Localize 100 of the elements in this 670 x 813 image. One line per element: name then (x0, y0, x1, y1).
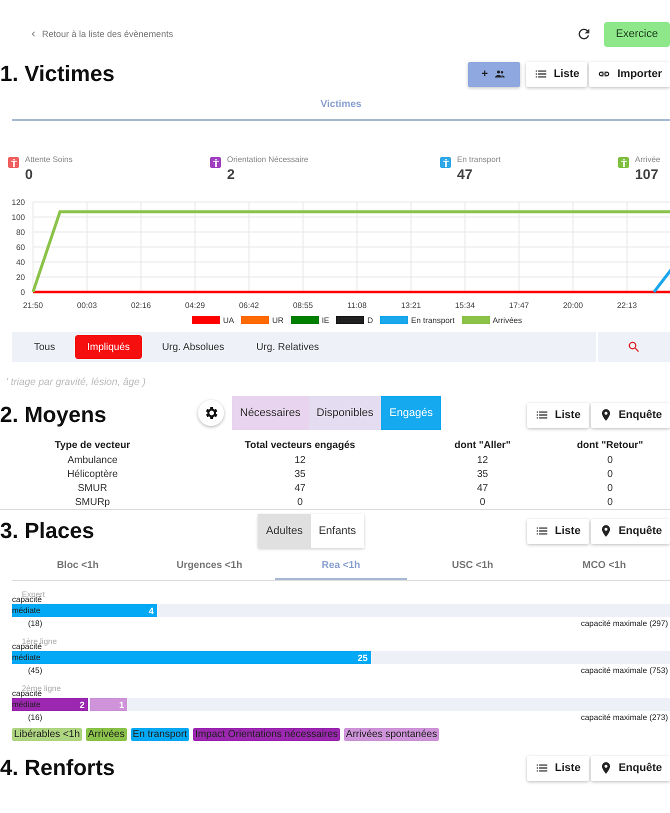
section-title: 3. Places (0, 518, 94, 544)
x-tick-label: 13:21 (400, 301, 422, 310)
table-cell-text: 47 (476, 482, 490, 495)
legend-chip: Libérables <1h (12, 728, 82, 741)
back-link[interactable]: Retour à la liste des évènements (28, 29, 174, 39)
y-tick-label: 40 (16, 258, 25, 267)
list-button[interactable]: Liste (526, 756, 589, 780)
table-cell-text: 12 (293, 454, 307, 467)
table-cell: 0 (550, 495, 670, 510)
unit-tab[interactable]: USC <1h (406, 552, 538, 580)
table-cell-text: SMUR (76, 482, 108, 495)
legend-chip: Arrivées (86, 728, 127, 741)
table-cell-text: 12 (476, 454, 490, 467)
x-tick-label: 02:16 (130, 301, 152, 310)
legend-chip: Impact Orientations nécessaires (193, 728, 340, 741)
count-label: (45) (28, 666, 42, 675)
table-cell-text: 47 (293, 482, 307, 495)
table-cell-text: 0 (606, 454, 614, 467)
x-tick-label: 11:08 (347, 301, 367, 310)
filter-tab[interactable]: Impliqués (75, 335, 142, 359)
table-cell: SMURp (0, 495, 185, 510)
age-toggle[interactable]: Adultes (258, 514, 311, 548)
mode-tab[interactable]: Nécessaires (232, 396, 309, 430)
legend-chip: En transport (130, 728, 190, 741)
y-tick-label: 20 (16, 273, 25, 282)
column-header: dont "Aller" (453, 439, 512, 453)
stat-value: 107 (635, 166, 660, 182)
x-tick-label: 21:50 (22, 301, 44, 310)
bar-value: 25 (358, 652, 369, 662)
capacity-label: médiate (12, 700, 40, 709)
y-tick-label: 0 (20, 288, 25, 297)
bar-value: 1 (119, 700, 126, 710)
stat-label: En transport (457, 155, 501, 164)
column-header: Total vecteurs engagés (244, 439, 356, 453)
stat-value: 2 (227, 166, 236, 182)
filter-tab[interactable]: Tous (22, 335, 68, 359)
max-label: capacité maximale (273) (580, 713, 668, 722)
unit-tab[interactable]: Bloc <1h (12, 552, 144, 580)
stat-label: Orientation Nécessaire (227, 155, 308, 164)
y-tick-label: 60 (16, 243, 25, 252)
add-victims-button[interactable]: + (468, 62, 520, 86)
mode-tab[interactable]: Disponibles (308, 396, 382, 430)
list-button[interactable]: Liste (526, 402, 589, 428)
unit-tab[interactable]: Urgences <1h (144, 552, 276, 580)
legend-label: D (367, 316, 374, 324)
x-tick-label: 00:03 (76, 301, 98, 310)
count-label: (18) (28, 619, 42, 628)
table-cell-text: Hélicoptère (66, 468, 119, 481)
list-button[interactable]: Liste (526, 518, 589, 544)
capacity-label: médiate (12, 653, 40, 662)
filter-tab[interactable]: Urg. Relatives (244, 335, 332, 359)
people-icon (494, 68, 506, 80)
mode-button[interactable]: Exercice (604, 22, 670, 46)
table-cell-text: 35 (476, 468, 490, 481)
bar-value: 2 (80, 700, 86, 710)
y-tick-label: 100 (12, 213, 25, 222)
table-cell-text: 0 (606, 482, 614, 495)
legend-label: En transport (411, 316, 455, 324)
section-title: 4. Renforts (0, 755, 115, 781)
count-label: (16) (28, 713, 42, 722)
list-button[interactable]: Liste (526, 62, 588, 86)
legend-chip: Arrivées spontanées (344, 728, 440, 741)
stat-label: Arrivée (635, 155, 660, 164)
stat-value: 47 (457, 166, 474, 182)
x-tick-label: 22:13 (616, 301, 638, 310)
max-label: capacité maximale (297) (580, 619, 668, 628)
survey-button[interactable]: Enquête (590, 518, 670, 544)
column-header: Type de vecteur (54, 439, 132, 453)
survey-button[interactable]: Enquête (590, 402, 670, 428)
survey-button[interactable]: Enquête (590, 756, 670, 780)
search-icon[interactable] (627, 340, 641, 354)
import-button[interactable]: Importer (589, 62, 670, 86)
column-header: dont "Retour" (576, 439, 644, 453)
x-tick-label: 15:34 (454, 301, 476, 310)
y-tick-label: 80 (16, 228, 25, 237)
section-title: 2. Moyens (0, 402, 106, 428)
legend-label: Arrivées (492, 316, 522, 324)
table-cell: 0 (185, 495, 415, 510)
max-label: capacité maximale (753) (580, 666, 668, 675)
section-title: 1. Victimes (0, 61, 115, 87)
legend-label: UA (223, 316, 234, 324)
x-tick-label: 06:42 (238, 301, 260, 310)
x-tick-label: 20:00 (562, 301, 584, 310)
stat-label: Attente Soins (25, 155, 73, 164)
capacity-label: médiate (12, 606, 40, 615)
x-tick-label: 04:29 (184, 301, 206, 310)
legend-label: UR (272, 316, 284, 324)
hint-text: ' triage par gravité, lésion, âge ) (6, 377, 147, 388)
unit-tab[interactable]: MCO <1h (538, 552, 670, 580)
table-cell-text: 0 (606, 468, 614, 481)
table-cell-text: 35 (293, 468, 307, 481)
stat-value: 0 (25, 166, 34, 182)
filter-tab[interactable]: Urg. Absolues (150, 335, 236, 359)
table-cell-text: Ambulance (66, 454, 119, 467)
bar-value: 4 (148, 606, 155, 616)
y-tick-label: 120 (12, 198, 25, 207)
age-toggle[interactable]: Enfants (310, 514, 364, 548)
refresh-icon[interactable] (576, 26, 592, 42)
x-tick-label: 17:47 (508, 301, 530, 310)
legend-label: IE (322, 316, 330, 324)
